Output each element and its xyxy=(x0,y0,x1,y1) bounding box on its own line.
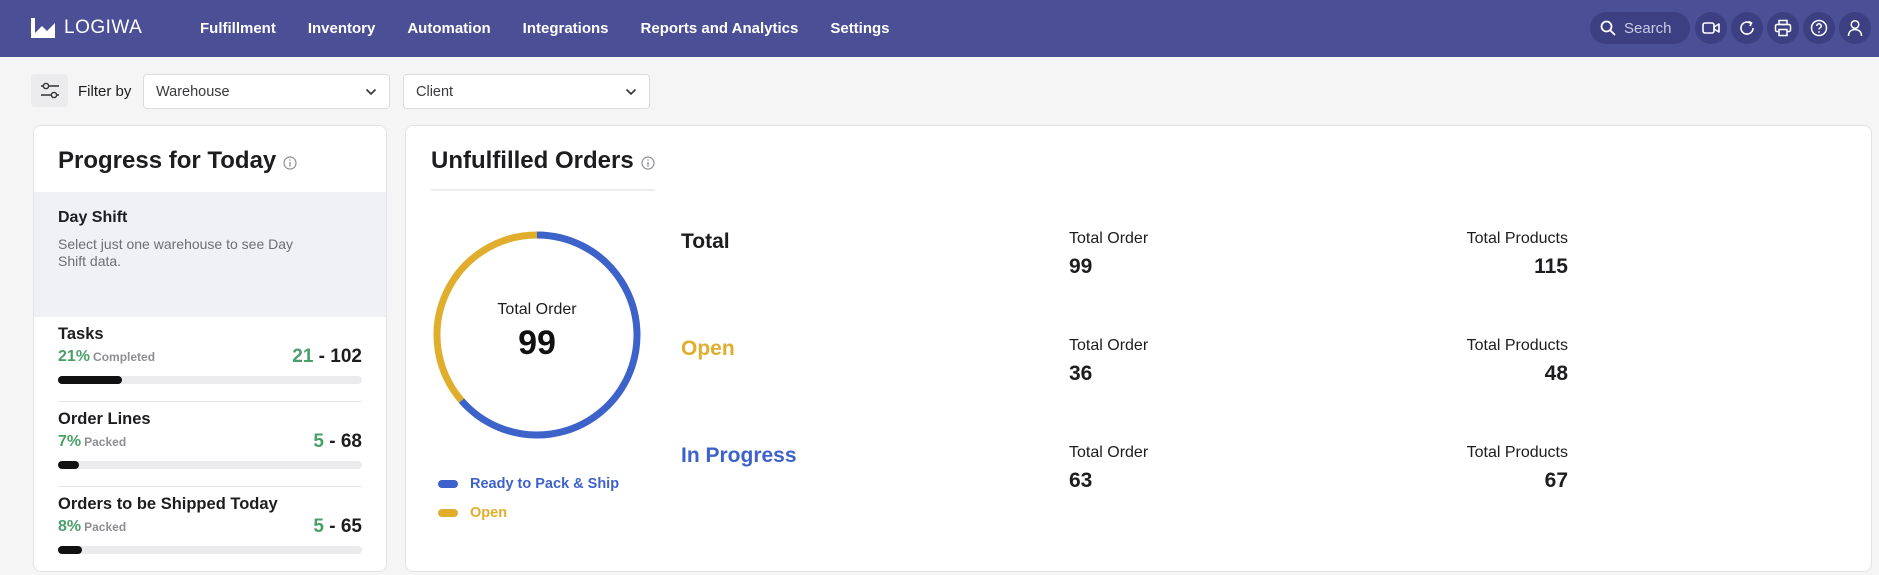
chevron-down-icon xyxy=(625,88,637,95)
video-icon xyxy=(1702,22,1720,34)
unfulfilled-orders-card: Unfulfilled Orders Total Order 99 Ready … xyxy=(405,125,1872,572)
client-select-value: Client xyxy=(416,83,454,100)
donut-center-value: 99 xyxy=(518,324,556,362)
stat-value: 48 xyxy=(1544,362,1568,385)
nav-item-reports-and-analytics[interactable]: Reports and Analytics xyxy=(641,20,799,37)
progress-bar xyxy=(58,461,362,469)
progress-title: Progress for Today xyxy=(58,147,297,175)
day-shift-description: Select just one warehouse to see Day Shi… xyxy=(58,236,294,269)
nav-item-fulfillment[interactable]: Fulfillment xyxy=(200,20,276,37)
search-input[interactable]: Search xyxy=(1590,12,1690,44)
search-icon xyxy=(1600,20,1616,36)
stat-label: Total Order xyxy=(1069,230,1149,247)
help-button[interactable] xyxy=(1803,12,1835,44)
stat-value: 36 xyxy=(1069,362,1093,385)
day-shift-panel: Day Shift Select just one warehouse to s… xyxy=(34,192,386,317)
help-icon xyxy=(1810,19,1828,37)
warehouse-select[interactable]: Warehouse xyxy=(143,74,390,109)
legend-label: Ready to Pack & Ship xyxy=(470,476,620,492)
legend-open: Open xyxy=(438,505,507,521)
info-icon[interactable] xyxy=(641,155,655,170)
metric-order-lines: Order Lines 7% Packed 5 - 68 xyxy=(58,410,362,469)
stat-in-progress-products: Total Products 67 xyxy=(1456,444,1568,493)
stat-value: 63 xyxy=(1069,469,1093,492)
row-label-in-progress: In Progress xyxy=(681,444,797,467)
search-placeholder: Search xyxy=(1624,19,1672,37)
row-label-total: Total xyxy=(681,230,730,253)
metric-count: 5 - 68 xyxy=(313,431,362,452)
info-icon[interactable] xyxy=(283,155,297,170)
divider xyxy=(58,401,362,402)
divider xyxy=(58,486,362,487)
user-menu-button[interactable] xyxy=(1839,12,1871,44)
stat-in-progress-orders: Total Order 63 xyxy=(1069,444,1148,493)
legend-swatch xyxy=(438,509,458,517)
print-button[interactable] xyxy=(1767,12,1799,44)
metric-percent: 21% Completed xyxy=(58,348,156,365)
unfulfilled-title-text: Unfulfilled Orders xyxy=(431,147,634,174)
logo[interactable]: LOGIWA xyxy=(30,17,142,39)
row-label-open: Open xyxy=(681,337,735,360)
client-select[interactable]: Client xyxy=(403,74,650,109)
metric-name: Orders to be Shipped Today xyxy=(58,495,278,513)
metric-percent: 8% Packed xyxy=(58,518,127,535)
metric-name: Tasks xyxy=(58,325,104,343)
nav-item-inventory[interactable]: Inventory xyxy=(308,20,376,37)
nav-item-settings[interactable]: Settings xyxy=(830,20,889,37)
progress-bar-fill xyxy=(58,461,80,469)
title-underline xyxy=(431,189,655,191)
legend-ready-to-pack-ship: Ready to Pack & Ship xyxy=(438,476,619,492)
print-icon xyxy=(1774,19,1792,37)
stat-value: 115 xyxy=(1534,255,1568,278)
metric-orders-to-ship-today: Orders to be Shipped Today 8% Packed 5 - … xyxy=(58,495,362,554)
filter-toggle-button[interactable] xyxy=(31,74,68,107)
unfulfilled-title: Unfulfilled Orders xyxy=(431,147,655,175)
logo-icon xyxy=(31,18,55,38)
nav-item-integrations[interactable]: Integrations xyxy=(523,20,609,37)
stat-value: 99 xyxy=(1069,255,1093,278)
stat-total-products: Total Products 115 xyxy=(1456,230,1568,279)
nav-item-automation[interactable]: Automation xyxy=(407,20,490,37)
refresh-icon xyxy=(1740,20,1754,35)
day-shift-title: Day Shift xyxy=(58,209,128,226)
video-button[interactable] xyxy=(1695,12,1727,44)
stat-label: Total Products xyxy=(1466,337,1568,354)
brand-name: LOGIWA xyxy=(64,17,143,38)
stat-value: 67 xyxy=(1544,469,1568,492)
main-nav: Fulfillment Inventory Automation Integra… xyxy=(184,0,906,57)
refresh-button[interactable] xyxy=(1731,12,1763,44)
donut-center-label: Total Order xyxy=(497,301,577,318)
metric-name: Order Lines xyxy=(58,410,151,428)
stat-open-products: Total Products 48 xyxy=(1456,337,1568,386)
filter-label: Filter by xyxy=(78,83,132,100)
progress-bar xyxy=(58,546,362,554)
progress-bar-fill xyxy=(58,546,83,554)
chevron-down-icon xyxy=(365,88,377,95)
filter-sliders-icon xyxy=(40,82,59,98)
metric-percent: 7% Packed xyxy=(58,433,127,450)
progress-title-text: Progress for Today xyxy=(58,147,277,174)
stat-total-orders: Total Order 99 xyxy=(1069,230,1148,279)
metric-tasks: Tasks 21% Completed 21 - 102 xyxy=(58,325,362,384)
metric-count: 21 - 102 xyxy=(292,346,362,367)
stat-label: Total Products xyxy=(1466,444,1568,461)
progress-bar xyxy=(58,376,362,384)
stat-label: Total Order xyxy=(1069,444,1149,461)
legend-label: Open xyxy=(470,505,508,521)
progress-bar-fill xyxy=(58,376,122,384)
stat-label: Total Order xyxy=(1069,337,1149,354)
stat-open-orders: Total Order 36 xyxy=(1069,337,1148,386)
stat-label: Total Products xyxy=(1466,230,1568,247)
legend-swatch xyxy=(438,480,458,488)
warehouse-select-value: Warehouse xyxy=(156,83,230,100)
top-navigation-bar: LOGIWA Fulfillment Inventory Automation … xyxy=(0,0,1879,57)
user-icon xyxy=(1847,19,1863,37)
progress-card: Progress for Today Day Shift Select just… xyxy=(33,125,387,572)
metric-count: 5 - 65 xyxy=(313,516,362,537)
